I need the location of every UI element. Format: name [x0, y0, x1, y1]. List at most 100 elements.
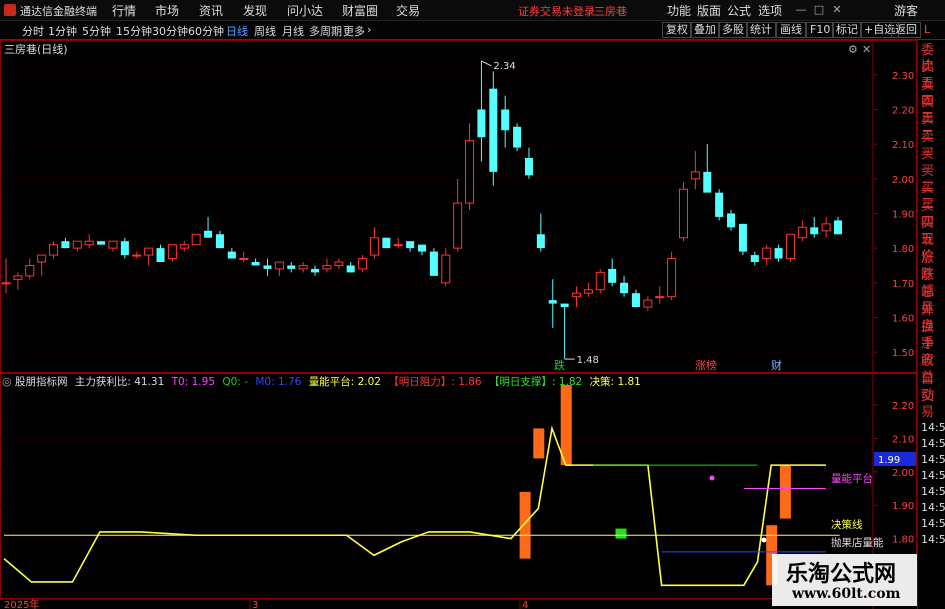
restore-icon[interactable]: □	[812, 3, 826, 17]
menu-market-quotes[interactable]: 行情	[112, 2, 136, 19]
candle-body	[608, 268, 617, 283]
period-5min[interactable]: 5分钟	[82, 23, 111, 39]
candle-body	[572, 292, 582, 298]
period-intraday[interactable]: 分时	[22, 23, 44, 39]
side-item[interactable]: 交易	[921, 389, 945, 421]
candle-body	[191, 233, 201, 246]
period-multi[interactable]: 多周期	[309, 23, 342, 39]
tick-time: 14:56	[921, 485, 945, 498]
tick-time: 14:56	[921, 437, 945, 450]
level2-indicator-icon[interactable]: L	[924, 23, 930, 36]
menu-discover[interactable]: 发现	[243, 2, 267, 19]
indicator-bars	[519, 385, 791, 586]
candle-body	[215, 234, 224, 249]
close-icon[interactable]: ✕	[830, 3, 844, 17]
y-tick-label: 2.20	[892, 401, 914, 412]
menu-market[interactable]: 市场	[155, 2, 179, 19]
candle-body	[631, 293, 640, 308]
period-15min[interactable]: 15分钟	[116, 23, 152, 39]
period-1min[interactable]: 1分钟	[48, 23, 77, 39]
menu-trade[interactable]: 交易	[396, 2, 420, 19]
candle-body	[346, 265, 355, 273]
period-60min[interactable]: 60分钟	[188, 23, 224, 39]
tool-overlay[interactable]: 叠加	[690, 22, 720, 38]
indicator-grid	[0, 404, 873, 540]
menu-layout[interactable]: 版面	[697, 2, 721, 19]
metric-volume-platform-value: 2.02	[358, 376, 381, 388]
candle-body	[72, 240, 82, 249]
event-label-fall[interactable]: 跌	[554, 358, 565, 372]
more-chevron-icon[interactable]: ›	[367, 23, 371, 36]
candle-body	[655, 296, 665, 299]
event-label-top-gainer[interactable]: 涨榜	[695, 358, 717, 372]
tick-time: 14:56	[921, 533, 945, 546]
candlestick-series	[1, 60, 842, 360]
y-tick-label: 1.80	[892, 244, 914, 255]
candle-body	[715, 192, 724, 217]
tool-statistics[interactable]: 统计	[746, 22, 776, 38]
metric-decision-value: 1.81	[617, 376, 640, 388]
metric-q0-label: Q0:	[222, 376, 240, 388]
indicator-bar	[519, 491, 531, 559]
candle-body	[643, 299, 653, 308]
candle-body	[441, 254, 451, 284]
candle-body	[738, 223, 747, 252]
period-monthly[interactable]: 月线	[282, 23, 304, 39]
candle-body	[156, 248, 165, 262]
low-price-label: 1.48	[577, 355, 599, 366]
metric-decision-label: 决策:	[590, 375, 615, 388]
period-weekly[interactable]: 周线	[254, 23, 276, 39]
candle-body	[37, 254, 47, 263]
candle-body	[501, 109, 510, 131]
candle-body	[382, 237, 391, 249]
candle-body	[583, 289, 593, 294]
current-value-text: 1.99	[878, 455, 900, 466]
candle-body	[144, 247, 154, 256]
y-tick-label: 1.90	[892, 209, 914, 220]
candle-body	[263, 265, 272, 269]
app-title: 通达信金融终端	[20, 5, 97, 18]
tick-time: 14:56	[921, 469, 945, 482]
event-label-finance[interactable]: 财	[771, 358, 782, 372]
candle-body	[393, 244, 403, 247]
candle-body	[13, 275, 23, 280]
menu-wealth-circle[interactable]: 财富圈	[342, 2, 378, 19]
indicator-toggle-icon[interactable]: ◎	[2, 375, 12, 388]
period-daily[interactable]: 日线	[226, 23, 248, 39]
candle-body	[429, 251, 438, 276]
settings-gear-icon[interactable]: ⚙	[848, 43, 858, 56]
guest-user[interactable]: 游客	[894, 2, 918, 19]
y-tick-label: 1.60	[892, 313, 914, 324]
y-tick-label: 2.30	[892, 71, 914, 82]
candle-body	[703, 171, 712, 193]
chart-area[interactable]: 三房巷(日线) ⚙ ✕ 2.30 2.20 2.10 2.00 1.90 1.80 1.70…	[0, 40, 917, 609]
tick-time: 14:56	[921, 453, 945, 466]
minimize-icon[interactable]: —	[794, 3, 808, 17]
candle-body	[239, 258, 249, 261]
candle-body	[810, 227, 819, 235]
main-y-axis: 2.30 2.20 2.10 2.00 1.90 1.80 1.70 1.60 1.50	[873, 71, 914, 359]
line-label-decision: 决策线	[831, 518, 863, 531]
y-tick-label: 2.20	[892, 105, 914, 116]
chart-close-icon[interactable]: ✕	[862, 43, 871, 56]
menu-formula[interactable]: 公式	[727, 2, 751, 19]
period-30min[interactable]: 30分钟	[152, 23, 188, 39]
menu-options[interactable]: 选项	[758, 2, 782, 19]
tool-adjust-rights[interactable]: 复权	[662, 22, 692, 38]
period-more[interactable]: 更多	[343, 23, 365, 39]
candle-body	[620, 282, 629, 294]
tool-multi-stock[interactable]: 多股	[718, 22, 748, 38]
menu-function[interactable]: 功能	[667, 2, 691, 19]
tool-mark[interactable]: 标记	[832, 22, 862, 38]
candle-body	[667, 258, 677, 298]
tool-f10[interactable]: F10	[806, 22, 835, 38]
tool-back[interactable]: 返回	[891, 22, 921, 38]
candle-body	[797, 226, 807, 239]
indicator-lines	[3, 425, 840, 587]
menu-ask-xiaoda[interactable]: 问小达	[287, 2, 323, 19]
tool-draw-line[interactable]: 画线	[776, 22, 806, 38]
main-chart-title: 三房巷(日线)	[4, 42, 68, 56]
trade-login-alert[interactable]: 证券交易未登录	[518, 3, 595, 19]
metric-support-label: 【明日支撑】:	[489, 375, 556, 388]
menu-news[interactable]: 资讯	[199, 2, 223, 19]
